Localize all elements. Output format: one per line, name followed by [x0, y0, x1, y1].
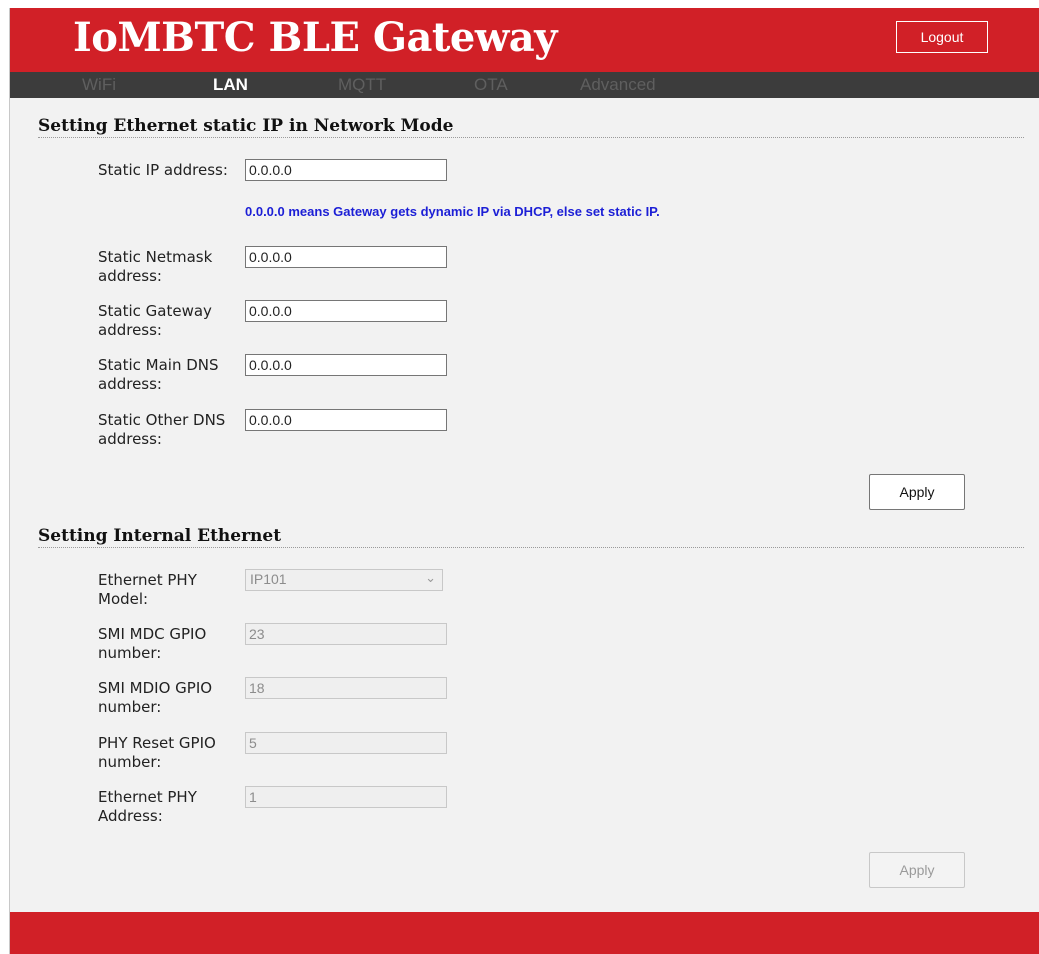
app-title: IoMBTC BLE Gateway: [73, 14, 557, 61]
static-netmask-input[interactable]: [245, 246, 447, 268]
nav-bar: WiFi LAN MQTT OTA Advanced: [10, 72, 1039, 98]
smi-mdc-gpio-label: SMI MDC GPIO number:: [98, 625, 207, 662]
phy-model-select[interactable]: IP101 ⌄: [245, 569, 443, 591]
tab-mqtt[interactable]: MQTT: [338, 75, 386, 95]
static-gateway-label: Static Gateway address:: [98, 302, 212, 339]
static-other-dns-label: Static Other DNS address:: [98, 411, 226, 448]
static-gateway-input[interactable]: [245, 300, 447, 322]
tab-wifi[interactable]: WiFi: [82, 75, 116, 95]
tab-advanced[interactable]: Advanced: [580, 75, 656, 95]
internal-ethernet-section-title: Setting Internal Ethernet: [38, 526, 282, 546]
ethernet-phy-address-input: [245, 786, 447, 808]
static-ip-label: Static IP address:: [98, 161, 228, 179]
phy-model-selected-value: IP101: [250, 571, 287, 587]
apply-static-ip-button[interactable]: Apply: [869, 474, 965, 510]
ethernet-phy-address-label: Ethernet PHY Address:: [98, 788, 197, 825]
logout-button[interactable]: Logout: [896, 21, 988, 53]
tab-lan[interactable]: LAN: [213, 75, 248, 95]
gateway-page: IoMBTC BLE Gateway Logout WiFi LAN MQTT …: [10, 8, 1039, 954]
chevron-down-icon: ⌄: [425, 570, 436, 585]
phy-reset-gpio-input: [245, 732, 447, 754]
static-netmask-label: Static Netmask address:: [98, 248, 213, 285]
phy-model-label: Ethernet PHY Model:: [98, 571, 197, 608]
tab-ota[interactable]: OTA: [474, 75, 508, 95]
static-other-dns-input[interactable]: [245, 409, 447, 431]
footer-bar: [10, 912, 1039, 954]
static-ip-input[interactable]: [245, 159, 447, 181]
phy-reset-gpio-label: PHY Reset GPIO number:: [98, 734, 216, 771]
section-divider: [38, 547, 1024, 548]
static-main-dns-input[interactable]: [245, 354, 447, 376]
smi-mdio-gpio-input: [245, 677, 447, 699]
apply-internal-ethernet-button[interactable]: Apply: [869, 852, 965, 888]
static-ip-section-title: Setting Ethernet static IP in Network Mo…: [38, 116, 454, 136]
static-main-dns-label: Static Main DNS address:: [98, 356, 219, 393]
dhcp-hint: 0.0.0.0 means Gateway gets dynamic IP vi…: [245, 204, 660, 219]
section-divider: [38, 137, 1024, 138]
smi-mdc-gpio-input: [245, 623, 447, 645]
smi-mdio-gpio-label: SMI MDIO GPIO number:: [98, 679, 213, 716]
header-bar: IoMBTC BLE Gateway Logout: [10, 8, 1039, 72]
